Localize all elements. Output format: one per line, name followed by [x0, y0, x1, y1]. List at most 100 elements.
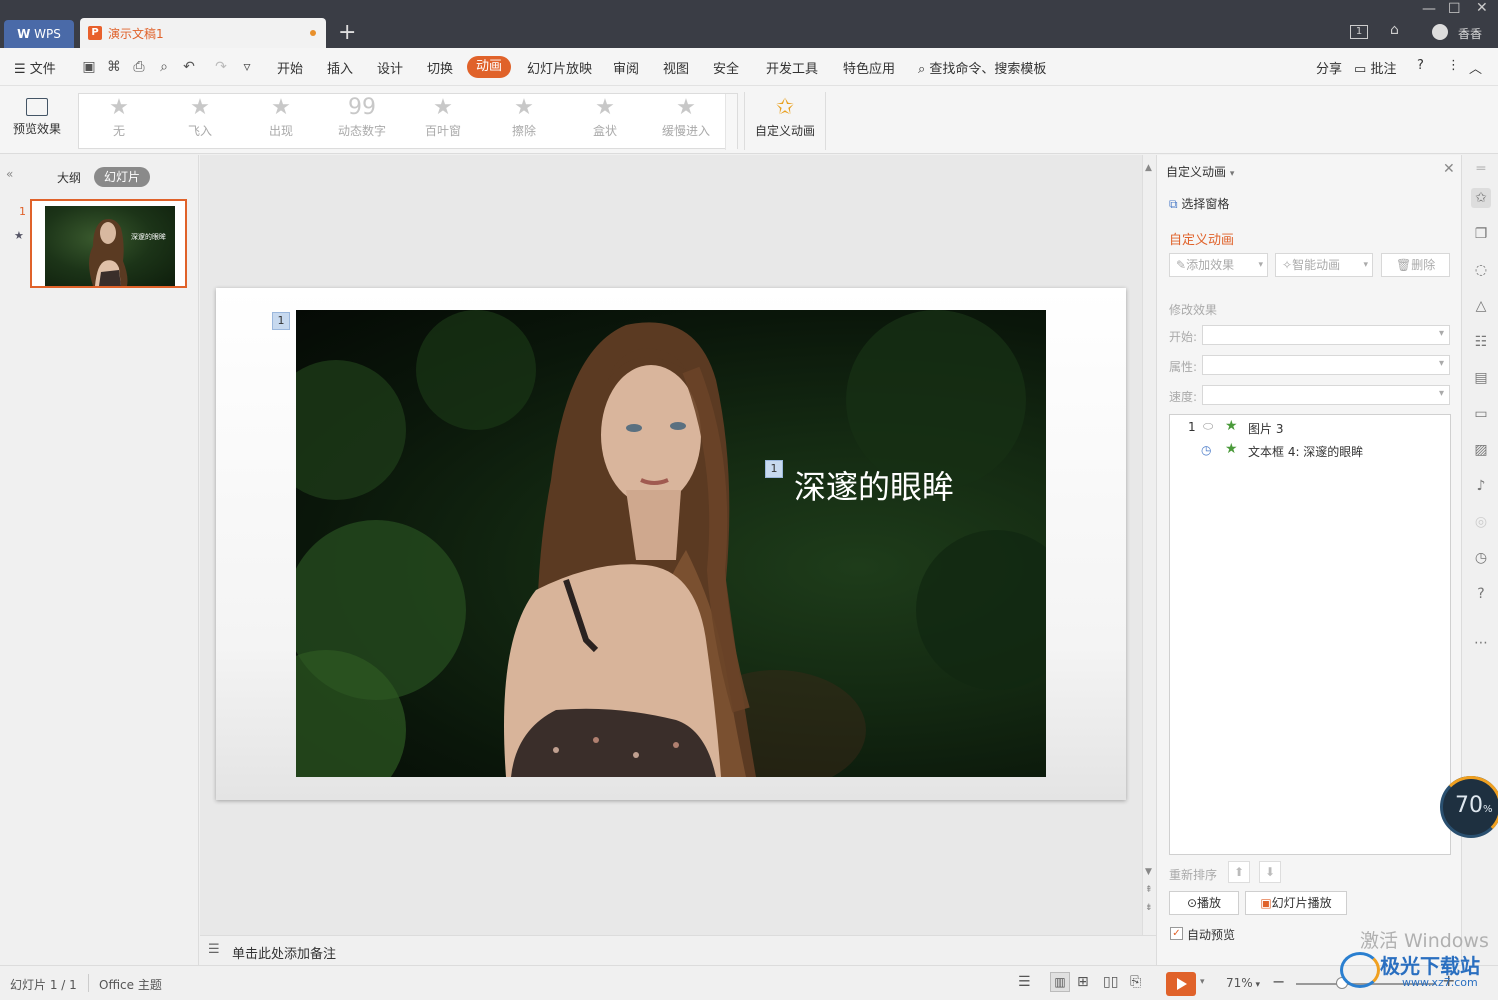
zoom-out-icon[interactable]: −	[1272, 972, 1285, 991]
effect-appear[interactable]: ★ 出现	[241, 94, 321, 150]
share-button[interactable]: 分享	[1316, 58, 1342, 77]
effect-box[interactable]: ★ 盒状	[565, 94, 645, 150]
slide-photo[interactable]: 1 深邃的眼眸	[296, 310, 1046, 777]
new-tab-icon[interactable]: +	[338, 20, 356, 46]
close-icon[interactable]: ✕	[1476, 0, 1488, 16]
autopreview-checkbox[interactable]: ✓	[1170, 927, 1183, 940]
select-pane-button[interactable]: ⧉ 选择窗格	[1169, 195, 1229, 212]
custom-animation-button[interactable]: ✩ 自定义动画	[752, 94, 818, 146]
settings-sliders-icon[interactable]: ☷	[1471, 332, 1491, 352]
menu-animation[interactable]: 动画	[467, 56, 511, 78]
file-menu[interactable]: ☰ 文件	[14, 58, 56, 77]
wps-home-tab[interactable]: W WPS	[4, 20, 74, 48]
effect-wipe[interactable]: ★ 擦除	[484, 94, 564, 150]
object-icon[interactable]: ◌	[1471, 260, 1491, 280]
user-name[interactable]: 香香	[1458, 25, 1482, 42]
menu-transition[interactable]: 切换	[427, 58, 453, 77]
effect-fly-in[interactable]: ★ 飞入	[160, 94, 240, 150]
audio-icon[interactable]: ♪	[1471, 476, 1491, 496]
notes-placeholder[interactable]: 单击此处添加备注	[232, 943, 336, 962]
preview-effect-button[interactable]: 预览效果	[10, 94, 64, 146]
help-icon[interactable]: ?	[1417, 58, 1424, 73]
gallery-icon[interactable]: ▤	[1471, 368, 1491, 388]
minimize-icon[interactable]: —	[1422, 1, 1436, 17]
window-layout-icon[interactable]: 1	[1350, 25, 1368, 39]
next-slide-icon[interactable]: ⇟	[1145, 903, 1153, 913]
command-search[interactable]: ⌕ 查找命令、搜索模板	[918, 58, 1046, 77]
save-icon[interactable]: ▣	[80, 58, 98, 76]
collapse-ribbon-icon[interactable]: ︿	[1469, 58, 1482, 77]
animation-tag-text[interactable]: 1	[765, 460, 783, 478]
print-icon[interactable]: ⎙	[130, 58, 148, 76]
shapes-icon[interactable]: ❐	[1471, 224, 1491, 244]
normal-view-icon[interactable]: ▥	[1050, 972, 1070, 992]
tab-outline[interactable]: 大纲	[57, 169, 81, 186]
slideshow-button[interactable]: ▣幻灯片播放	[1245, 891, 1347, 915]
image-icon[interactable]: ▨	[1471, 440, 1491, 460]
play-button[interactable]: ⊙播放	[1169, 891, 1239, 915]
animation-star-icon[interactable]: ✩	[1471, 188, 1491, 208]
performance-gauge[interactable]: 70%	[1440, 776, 1498, 838]
start-select[interactable]	[1202, 325, 1450, 345]
slideshow-play-button[interactable]	[1166, 972, 1196, 996]
format-painter-icon[interactable]: ⌘	[105, 58, 123, 76]
sorter-view-icon[interactable]: ⊞	[1077, 974, 1089, 990]
effect-crawl-in[interactable]: ★ 缓慢进入	[646, 94, 726, 150]
pane-close-icon[interactable]: ✕	[1443, 161, 1455, 177]
help-circle-icon[interactable]: ?	[1471, 584, 1491, 604]
menu-review[interactable]: 审阅	[613, 58, 639, 77]
history-icon[interactable]: ◷	[1471, 548, 1491, 568]
menu-design[interactable]: 设计	[377, 58, 403, 77]
menu-start[interactable]: 开始	[277, 58, 303, 77]
menu-security[interactable]: 安全	[713, 58, 739, 77]
effect-none[interactable]: ★ 无	[79, 94, 159, 150]
avatar[interactable]	[1432, 24, 1448, 40]
list-item[interactable]: ◷ ★ 文本框 4: 深邃的眼眸	[1170, 441, 1450, 463]
style-icon[interactable]: △	[1471, 296, 1491, 316]
menu-insert[interactable]: 插入	[327, 58, 353, 77]
print-preview-icon[interactable]: ⌕	[155, 58, 173, 76]
more-icon[interactable]: ⋮	[1447, 58, 1460, 73]
prev-slide-icon[interactable]: ⇞	[1145, 885, 1153, 895]
slide-title-textbox[interactable]: 深邃的眼眸	[794, 462, 954, 508]
property-select[interactable]	[1202, 355, 1450, 375]
chevron-down-icon[interactable]: ▾	[1200, 977, 1205, 987]
slide-thumbnail[interactable]: 深邃的眼眸	[30, 199, 187, 288]
customize-icon[interactable]: ▿	[238, 58, 256, 76]
menu-view[interactable]: 视图	[663, 58, 689, 77]
animation-tag-picture[interactable]: 1	[272, 312, 290, 330]
scroll-down-icon[interactable]: ▼	[1145, 867, 1152, 877]
comment-button[interactable]: ▭ 批注	[1354, 58, 1396, 77]
add-effect-button[interactable]: ✎添加效果 ▾	[1169, 253, 1268, 277]
more-dots-icon[interactable]: ⋯	[1471, 633, 1491, 653]
menu-special[interactable]: 特色应用	[843, 58, 895, 77]
effect-blinds[interactable]: ★ 百叶窗	[403, 94, 483, 150]
archive-icon[interactable]: ▭	[1471, 404, 1491, 424]
menu-devtools[interactable]: 开发工具	[766, 58, 818, 77]
menu-slideshow[interactable]: 幻灯片放映	[527, 58, 592, 77]
redo-icon[interactable]: ↷	[212, 58, 230, 76]
reading-view-icon[interactable]: ▯▯	[1103, 974, 1118, 990]
notes-bar[interactable]: ☰ 单击此处添加备注	[200, 935, 1156, 965]
document-tab[interactable]: P 演示文稿1	[80, 18, 326, 48]
gallery-scrollbar[interactable]	[725, 94, 737, 150]
skin-icon[interactable]: ⌂	[1390, 22, 1399, 38]
smart-animation-button[interactable]: ✧智能动画 ▾	[1275, 253, 1373, 277]
maximize-icon[interactable]: ☐	[1448, 1, 1461, 17]
notes-toggle-icon[interactable]: ☰	[1018, 974, 1031, 990]
move-up-button[interactable]: ⬆	[1228, 861, 1250, 883]
effect-dynamic-number[interactable]: 99 动态数字	[322, 94, 402, 150]
zoom-level[interactable]: 71% ▾	[1226, 976, 1260, 990]
slide[interactable]: 1 1 深邃的眼眸	[216, 288, 1126, 800]
move-down-button[interactable]: ⬇	[1259, 861, 1281, 883]
scroll-up-icon[interactable]: ▲	[1145, 163, 1152, 173]
tab-slides[interactable]: 幻灯片	[94, 167, 150, 187]
presenter-view-icon[interactable]: ⎘	[1130, 974, 1141, 990]
pane-header[interactable]: 自定义动画 ▾	[1166, 163, 1234, 180]
speed-select[interactable]	[1202, 385, 1450, 405]
undo-icon[interactable]: ↶	[180, 58, 198, 76]
canvas-vertical-scrollbar[interactable]: ▲ ▼ ⇞ ⇟	[1142, 155, 1156, 935]
delete-button[interactable]: 🗑删除	[1381, 253, 1450, 277]
collapse-panel-icon[interactable]: «	[6, 167, 13, 181]
list-item[interactable]: 1 ⬭ ★ 图片 3	[1170, 418, 1450, 440]
